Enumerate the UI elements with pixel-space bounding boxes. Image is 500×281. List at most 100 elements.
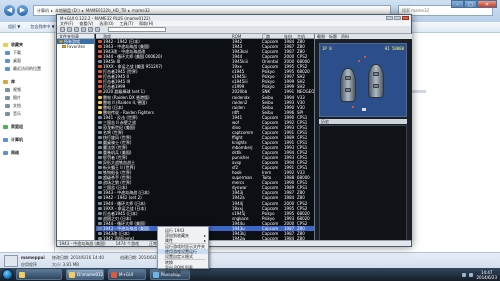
game-icon [98, 125, 102, 129]
sidebar-item-icon [3, 151, 8, 155]
menu-item[interactable]: 选项(O) [99, 21, 113, 27]
context-menu-item[interactable]: 刷新列表 [158, 270, 208, 275]
sidebar-item[interactable]: 桌面 [0, 57, 54, 65]
network-icon[interactable] [462, 272, 467, 277]
sidebar-item[interactable]: 视频 [0, 86, 54, 94]
turret-sprite [345, 88, 351, 92]
menu-item[interactable]: 文件(F) [60, 21, 73, 27]
sidebar-item[interactable]: 收藏夹 [0, 41, 54, 49]
bullet-sprite [364, 56, 366, 58]
breadcrumb-item[interactable]: MAME0122b_HD_TB [86, 8, 126, 13]
sidebar-item[interactable]: 文档 [0, 102, 54, 110]
screenshot-tab[interactable]: 资料 [341, 34, 349, 40]
taskbar-button[interactable]: D:\mame0122\MAME... [66, 269, 104, 280]
context-menu-label: 刷新列表 [165, 270, 181, 275]
sidebar-item[interactable]: 家庭组 [0, 123, 54, 131]
details-view-button[interactable] [95, 27, 100, 32]
folder-tree-item[interactable]: Favorites [57, 44, 94, 49]
toolbar-button[interactable]: 包含到库中 ▼ [30, 24, 54, 30]
sidebar-item[interactable]: 音乐 [0, 110, 54, 118]
status-state: 正常 [149, 240, 158, 246]
minimize-button[interactable]: – [451, 0, 464, 8]
back-button[interactable]: ◀ [4, 5, 15, 16]
game-icon [98, 120, 102, 124]
close-button[interactable]: ✕ [477, 0, 497, 8]
context-menu-item[interactable]: 设置自定义格式 [158, 254, 208, 259]
sidebar-item[interactable]: 下载 [0, 49, 54, 57]
screenshot-tab[interactable]: 截图 [317, 34, 325, 40]
game-icon [98, 221, 102, 225]
bullet-sprite [358, 60, 360, 62]
game-icon [98, 115, 102, 119]
bullet-sprite [352, 106, 354, 108]
breadcrumb-separator: ▸ [81, 8, 84, 13]
view-screenshot-button[interactable] [67, 27, 72, 32]
sidebar-item[interactable]: 库 [0, 78, 54, 86]
sidebar-item-icon [5, 51, 10, 55]
start-button[interactable] [2, 269, 13, 280]
game-icon [98, 90, 102, 94]
menu-item[interactable]: 查看(V) [79, 21, 93, 27]
sidebar-item-icon [5, 67, 10, 71]
game-icon [98, 206, 102, 210]
volume-icon[interactable] [469, 272, 474, 277]
game-icon [98, 226, 102, 230]
breadcrumb-item[interactable]: 本地磁盘 (D:) [55, 8, 80, 14]
taskbar-button[interactable] [16, 269, 62, 280]
breadcrumb-separator: ▸ [51, 8, 54, 13]
menu-item[interactable]: 帮助(H) [139, 21, 153, 27]
toolbar-button[interactable]: 组织 ▼ [8, 24, 20, 30]
sidebar-item[interactable]: 最近访问的位置 [0, 65, 54, 73]
maximize-button[interactable]: □ [464, 0, 477, 8]
game-icon [98, 211, 102, 215]
sidebar-item-label: 网络 [11, 150, 19, 155]
context-menu-item[interactable]: 属性 ▸ [158, 238, 208, 243]
game-icon [98, 70, 102, 74]
sidebar-item-icon [5, 88, 10, 92]
sidebar-item-icon [5, 59, 10, 63]
file-label-placeholder [412, 90, 426, 93]
small-icons-button[interactable] [81, 27, 86, 32]
view-folders-button[interactable] [60, 27, 65, 32]
app-icon [19, 271, 25, 278]
game-list: 游戏 ROM 厂商 年份 主机 1942 - 1942 (日本) 1942 Capc… [96, 34, 314, 240]
player-plane-sprite [362, 108, 366, 111]
context-menu-label: 属性 [165, 238, 173, 243]
taskbar-button[interactable]: M+GUI [108, 269, 146, 280]
breadcrumb-item[interactable]: mame32 [132, 8, 150, 13]
sidebar-item-icon [5, 104, 10, 108]
forward-button[interactable]: ▶ [17, 5, 28, 16]
game-icon [98, 191, 102, 195]
breadcrumb-item[interactable]: 计算机 [37, 8, 49, 14]
context-menu: 运行 1943 添加到收藏夹 ▸ 属性 ▸ 运行游戏时显示文件夹 使用游戏设置运行 设置自定义… [157, 226, 209, 275]
history-tab[interactable]: 历史 [319, 119, 407, 124]
taskbar: D:\mame0122\MAME...M+GUIPaintshop 14:47 … [0, 268, 500, 281]
turret-sprite [373, 72, 379, 76]
sidebar-item[interactable]: 图片 [0, 94, 54, 102]
mame-search-input[interactable] [108, 27, 166, 32]
sidebar-item[interactable]: 计算机 [0, 136, 54, 144]
game-icon [98, 176, 102, 180]
clock[interactable]: 14:47 2014/6/23 [476, 270, 497, 280]
game-icon [98, 145, 102, 149]
battleship-sprite [340, 68, 356, 102]
application-icon [4, 255, 18, 267]
screenshot-tabs: 截图 标题 资料 [315, 34, 412, 39]
sidebar-item-label: 库 [11, 79, 15, 84]
explorer-sidebar: 收藏夹 下载 桌面 最近访问的位置库视频 图片 文档 音乐家庭组计算机网络 [0, 33, 55, 252]
app-icon [111, 271, 117, 278]
mame-maximize-button[interactable] [394, 16, 401, 20]
status-game-count: 1474 个游戏 [115, 240, 140, 246]
game-icon [98, 40, 102, 43]
mame-window: M+GUI 0.122.2 - MAME32 PLUS (mame0122) 文… [56, 14, 412, 247]
menu-item[interactable]: 工具(T) [120, 21, 134, 27]
folder-tree-label: Favorites [67, 44, 86, 49]
game-icon [98, 186, 102, 190]
large-icons-button[interactable] [74, 27, 79, 32]
list-view-button[interactable] [88, 27, 93, 32]
screenshot-tab[interactable]: 标题 [329, 34, 337, 40]
sidebar-item-icon [5, 96, 10, 100]
mame-close-button[interactable] [402, 16, 409, 20]
sidebar-item[interactable]: 网络 [0, 149, 54, 157]
mame-minimize-button[interactable] [386, 16, 393, 20]
